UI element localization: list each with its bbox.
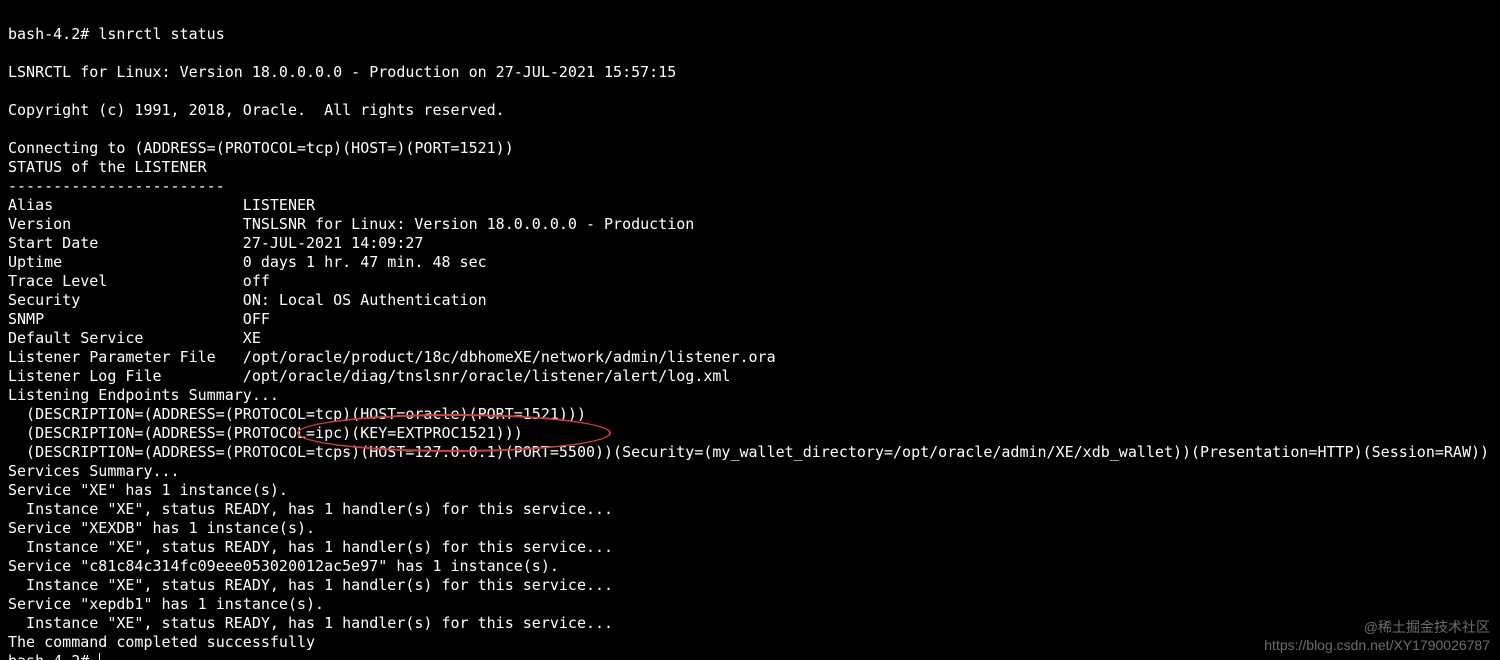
endpoint-tcp-1521: (DESCRIPTION=(ADDRESS=(PROTOCOL=tcp)(HOS… xyxy=(8,405,586,423)
instance-xe-1: Instance "XE", status READY, has 1 handl… xyxy=(8,500,613,518)
row-start-date: Start Date 27-JUL-2021 14:09:27 xyxy=(8,234,423,252)
services-summary-header: Services Summary... xyxy=(8,462,180,480)
row-uptime: Uptime 0 days 1 hr. 47 min. 48 sec xyxy=(8,253,487,271)
text-cursor[interactable] xyxy=(99,653,100,660)
status-header-line: STATUS of the LISTENER xyxy=(8,158,207,176)
shell-prompt-1: bash-4.2# xyxy=(8,25,98,43)
row-trace-level: Trace Level off xyxy=(8,272,270,290)
copyright-line: Copyright (c) 1991, 2018, Oracle. All ri… xyxy=(8,101,505,119)
shell-prompt-2: bash-4.2# xyxy=(8,652,98,660)
prompt-line-2: bash-4.2# xyxy=(8,652,100,660)
instance-xe-2: Instance "XE", status READY, has 1 handl… xyxy=(8,538,613,556)
terminal-output[interactable]: bash-4.2# lsnrctl status LSNRCTL for Lin… xyxy=(0,0,1500,660)
row-snmp: SNMP OFF xyxy=(8,310,270,328)
service-xepdb1: Service "xepdb1" has 1 instance(s). xyxy=(8,595,324,613)
endpoints-summary-header: Listening Endpoints Summary... xyxy=(8,386,279,404)
instance-xe-4: Instance "XE", status READY, has 1 handl… xyxy=(8,614,613,632)
lsnrctl-header: LSNRCTL for Linux: Version 18.0.0.0.0 - … xyxy=(8,63,676,81)
service-guid: Service "c81c84c314fc09eee053020012ac5e9… xyxy=(8,557,559,575)
row-parameter-file: Listener Parameter File /opt/oracle/prod… xyxy=(8,348,776,366)
endpoint-ipc-extproc: (DESCRIPTION=(ADDRESS=(PROTOCOL=ipc)(KEY… xyxy=(8,424,523,442)
instance-xe-3: Instance "XE", status READY, has 1 handl… xyxy=(8,576,613,594)
row-version: Version TNSLSNR for Linux: Version 18.0.… xyxy=(8,215,694,233)
command-lsnrctl: lsnrctl status xyxy=(98,25,224,43)
completed-line: The command completed successfully xyxy=(8,633,315,651)
service-xexdb: Service "XEXDB" has 1 instance(s). xyxy=(8,519,315,537)
row-security: Security ON: Local OS Authentication xyxy=(8,291,487,309)
row-alias: Alias LISTENER xyxy=(8,196,315,214)
service-xe: Service "XE" has 1 instance(s). xyxy=(8,481,288,499)
connecting-line: Connecting to (ADDRESS=(PROTOCOL=tcp)(HO… xyxy=(8,139,514,157)
row-default-service: Default Service XE xyxy=(8,329,261,347)
prompt-line-1: bash-4.2# lsnrctl status xyxy=(8,25,225,43)
row-log-file: Listener Log File /opt/oracle/diag/tnsls… xyxy=(8,367,730,385)
endpoint-tcps-5500: (DESCRIPTION=(ADDRESS=(PROTOCOL=tcps)(HO… xyxy=(8,443,1489,461)
divider-dashes: ------------------------ xyxy=(8,177,225,195)
